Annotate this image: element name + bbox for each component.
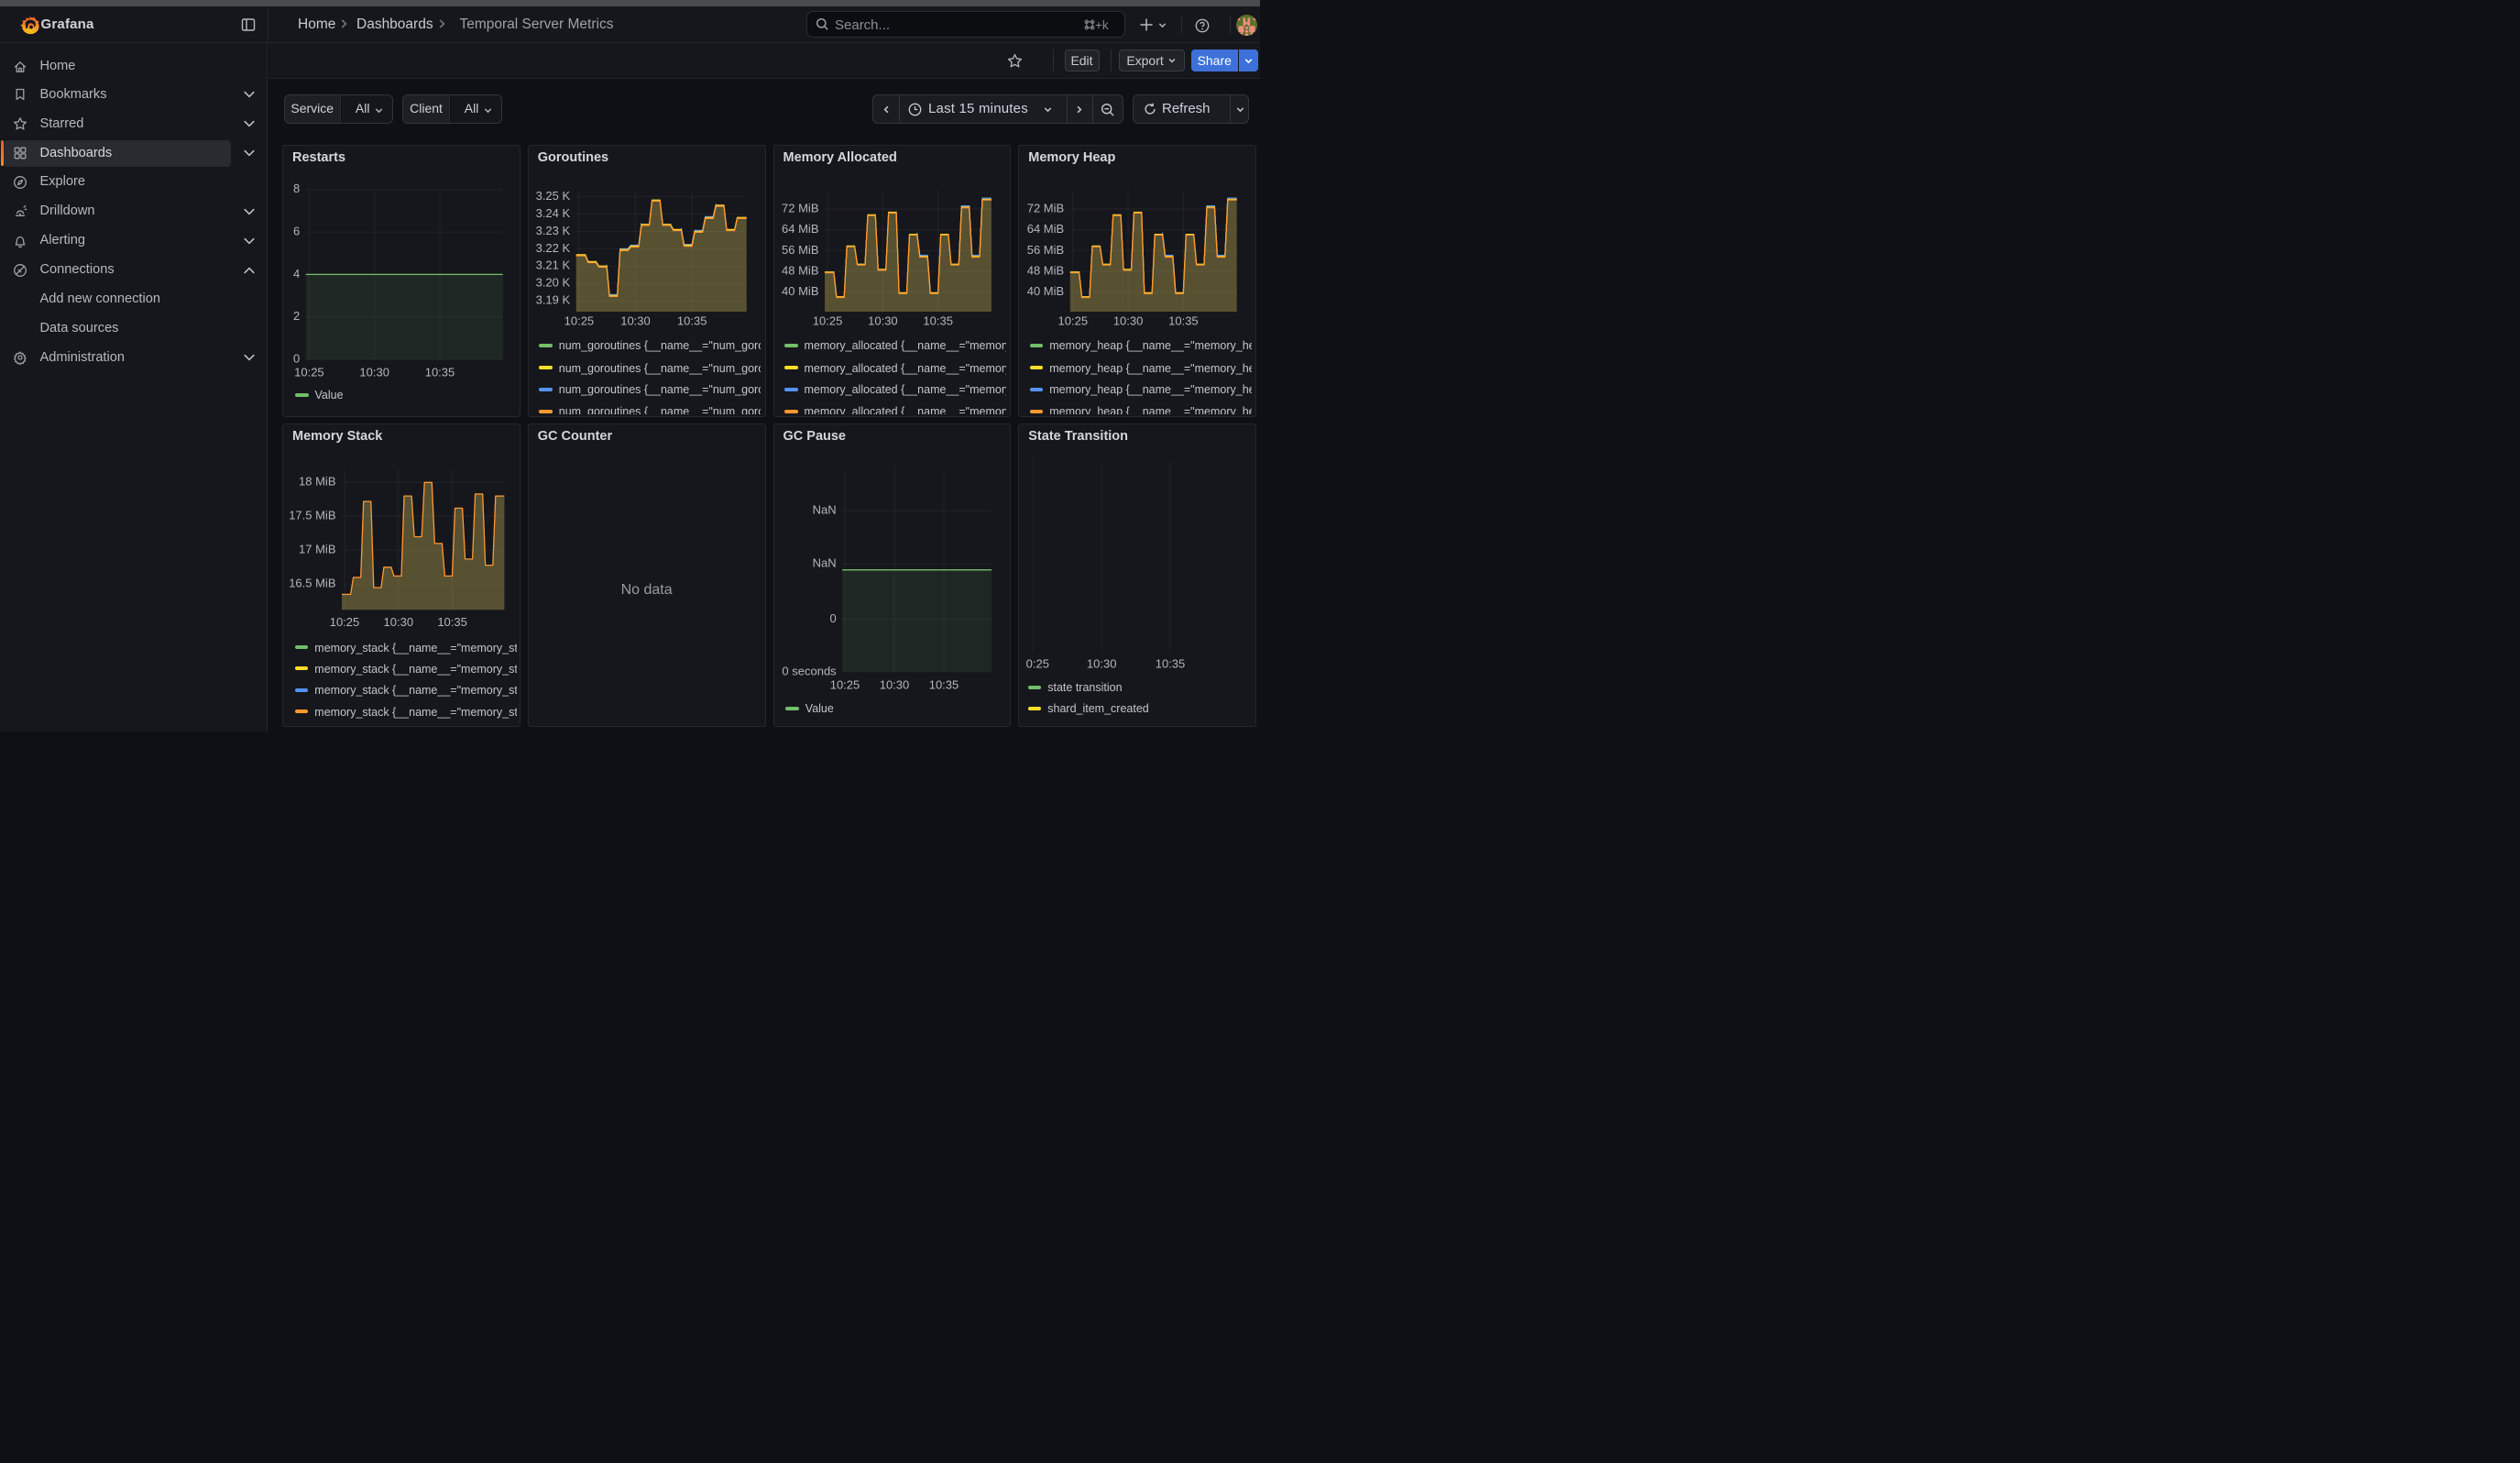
svg-text:48 MiB: 48 MiB — [1027, 264, 1064, 278]
svg-text:10:25: 10:25 — [813, 314, 843, 328]
svg-text:56 MiB: 56 MiB — [782, 243, 818, 257]
svg-text:3.24 K: 3.24 K — [536, 206, 571, 220]
svg-text:10:25: 10:25 — [330, 615, 360, 629]
svg-text:56 MiB: 56 MiB — [1027, 243, 1064, 257]
svg-text:16.5 MiB: 16.5 MiB — [289, 577, 335, 590]
svg-text:10:30: 10:30 — [880, 678, 910, 692]
svg-text:10:35: 10:35 — [1156, 656, 1186, 670]
svg-text:8: 8 — [293, 182, 300, 195]
svg-text:18 MiB: 18 MiB — [299, 475, 335, 489]
svg-text:17 MiB: 17 MiB — [299, 543, 335, 556]
svg-text:72 MiB: 72 MiB — [1027, 201, 1064, 214]
svg-text:3.19 K: 3.19 K — [536, 293, 571, 307]
svg-text:NaN: NaN — [813, 502, 837, 516]
svg-text:6: 6 — [293, 225, 300, 238]
svg-text:40 MiB: 40 MiB — [782, 284, 818, 298]
svg-text:4: 4 — [293, 267, 300, 280]
svg-text:10:30: 10:30 — [1087, 656, 1117, 670]
svg-text:0 seconds: 0 seconds — [782, 665, 837, 678]
svg-text:10:30: 10:30 — [620, 314, 651, 328]
svg-text:3.23 K: 3.23 K — [536, 224, 571, 237]
svg-text:48 MiB: 48 MiB — [782, 264, 818, 278]
svg-text:10:35: 10:35 — [1168, 314, 1199, 328]
svg-text:10:35: 10:35 — [923, 314, 953, 328]
svg-text:10:30: 10:30 — [868, 314, 898, 328]
svg-text:10:35: 10:35 — [437, 615, 467, 629]
svg-text:3.22 K: 3.22 K — [536, 241, 571, 255]
svg-text:2: 2 — [293, 309, 300, 323]
svg-text:10:25: 10:25 — [294, 366, 324, 380]
svg-text:10:25: 10:25 — [830, 678, 860, 692]
svg-text:72 MiB: 72 MiB — [782, 201, 818, 214]
svg-text:3.20 K: 3.20 K — [536, 276, 571, 290]
svg-text:0:25: 0:25 — [1026, 656, 1049, 670]
svg-text:NaN: NaN — [813, 556, 837, 570]
svg-text:3.21 K: 3.21 K — [536, 258, 571, 272]
svg-text:10:35: 10:35 — [677, 314, 707, 328]
svg-text:0: 0 — [829, 611, 836, 625]
svg-text:10:35: 10:35 — [425, 366, 455, 380]
svg-text:10:25: 10:25 — [564, 314, 595, 328]
svg-text:10:35: 10:35 — [929, 678, 959, 692]
svg-text:0: 0 — [293, 351, 300, 365]
svg-text:17.5 MiB: 17.5 MiB — [289, 509, 335, 522]
svg-text:3.25 K: 3.25 K — [536, 189, 571, 203]
svg-text:64 MiB: 64 MiB — [1027, 222, 1064, 236]
svg-text:10:30: 10:30 — [1113, 314, 1144, 328]
svg-text:64 MiB: 64 MiB — [782, 222, 818, 236]
svg-text:40 MiB: 40 MiB — [1027, 284, 1064, 298]
svg-text:10:25: 10:25 — [1058, 314, 1089, 328]
svg-text:10:30: 10:30 — [359, 366, 389, 380]
svg-text:10:30: 10:30 — [384, 615, 414, 629]
